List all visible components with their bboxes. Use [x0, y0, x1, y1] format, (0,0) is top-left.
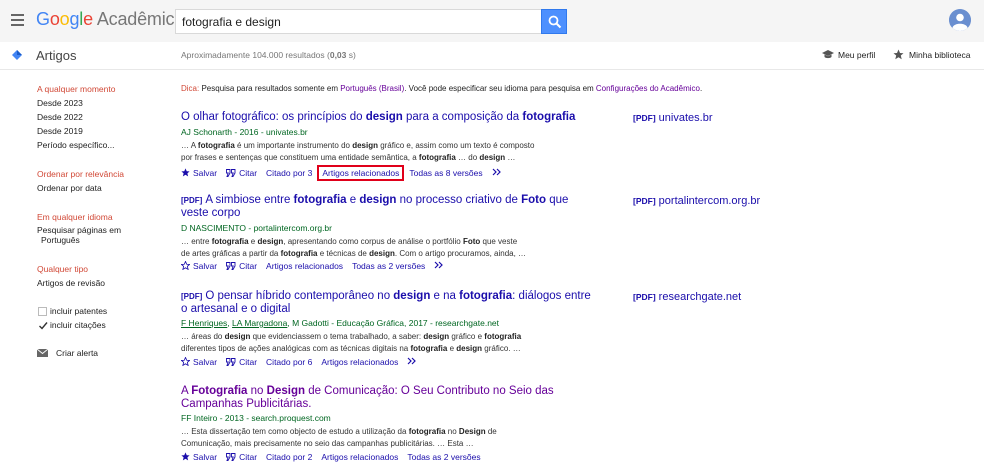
related-articles-link[interactable]: Artigos relacionados	[321, 452, 398, 462]
filter-any-type[interactable]: Qualquer tipo	[37, 264, 88, 274]
double-chevron-icon	[492, 168, 501, 176]
mail-icon	[37, 349, 48, 357]
result-actions-4: Salvar Citar Citado por 2 Artigos relaciona…	[181, 452, 490, 462]
scholar-diamond-icon	[12, 50, 22, 60]
include-citations-checkbox[interactable]	[38, 321, 48, 330]
cited-by-link[interactable]: Citado por 6	[266, 357, 312, 367]
save-button[interactable]: Salvar	[181, 168, 217, 178]
star-icon	[893, 49, 904, 60]
user-icon	[949, 9, 971, 31]
result-title-3[interactable]: [PDF] O pensar híbrido contemporâneo no d…	[181, 290, 591, 316]
filter-custom-range[interactable]: Período específico...	[37, 140, 115, 150]
result-snippet-4: … Esta dissertação tem como objecto de e…	[181, 427, 497, 448]
user-avatar[interactable]	[949, 9, 971, 31]
star-icon	[181, 168, 190, 177]
result-pdf-link-3[interactable]: [PDF] researchgate.net	[633, 291, 741, 303]
save-button[interactable]: Salvar	[181, 452, 217, 462]
quote-icon	[226, 262, 236, 270]
result-actions-2: Salvar Citar Artigos relacionados Todas as …	[180, 260, 454, 271]
double-chevron-icon	[407, 357, 417, 365]
related-articles-link[interactable]: Artigos relacionados	[321, 357, 398, 367]
result-pdf-link-2[interactable]: [PDF] portalintercom.org.br	[633, 195, 760, 207]
cited-by-link[interactable]: Citado por 2	[266, 452, 312, 462]
search-icon	[548, 15, 562, 29]
sort-by-date[interactable]: Ordenar por data	[37, 183, 102, 193]
cite-button[interactable]: Citar	[226, 357, 257, 367]
result-title-4[interactable]: A Fotografia no Design de Comunicação: O…	[181, 385, 591, 411]
quote-icon	[226, 453, 236, 461]
save-button[interactable]: Salvar	[180, 260, 217, 271]
star-outline-icon	[180, 356, 191, 367]
language-tip: Dica: Pesquisa para resultados somente e…	[181, 84, 703, 93]
result-title-2[interactable]: [PDF] A simbiose entre fotografia e desig…	[181, 194, 591, 220]
result-meta-1: AJ Schonarth - 2016 - univates.br	[181, 127, 308, 137]
result-snippet-2: … entre fotografia e design, apresentand…	[181, 237, 527, 258]
more-options-button[interactable]	[407, 357, 418, 367]
filter-portuguese-pages[interactable]: Pesquisar páginas em Português	[37, 225, 121, 245]
filter-review-articles[interactable]: Artigos de revisão	[37, 278, 105, 288]
sort-by-relevance[interactable]: Ordenar por relevância	[37, 169, 124, 179]
result-snippet-1: … A fotografia é um importante instrumen…	[181, 141, 535, 162]
filter-since-2019[interactable]: Desde 2019	[37, 126, 83, 136]
include-citations-label[interactable]: incluir citações	[50, 320, 106, 330]
result-meta-4: FF Inteiro - 2013 - search.proquest.com	[181, 413, 331, 423]
result-meta-3: F Henriques, LA Margadona, M Gadotti - E…	[181, 318, 500, 328]
all-versions-link[interactable]: Todas as 8 versões	[409, 168, 482, 178]
top-bar: Google Acadêmico	[0, 0, 984, 42]
menu-icon[interactable]	[11, 14, 24, 26]
google-scholar-logo[interactable]: Google Acadêmico	[36, 9, 184, 30]
star-outline-icon	[180, 260, 191, 271]
filter-any-time[interactable]: A qualquer momento	[37, 84, 115, 94]
my-library-link[interactable]: Minha biblioteca	[893, 49, 970, 60]
cite-button[interactable]: Citar	[226, 452, 257, 462]
related-articles-link[interactable]: Artigos relacionados	[317, 165, 405, 181]
cited-by-link[interactable]: Citado por 3	[266, 168, 312, 178]
graduation-cap-icon	[822, 50, 834, 59]
star-icon	[181, 452, 190, 461]
result-snippet-3: … áreas do design que evidenciassem o te…	[181, 332, 522, 353]
results-count: Aproximadamente 104.000 resultados (0,03…	[181, 50, 356, 60]
result-pdf-link-1[interactable]: [PDF] univates.br	[633, 112, 712, 124]
all-versions-link[interactable]: Todas as 2 versões	[352, 261, 425, 271]
filter-any-language[interactable]: Em qualquer idioma	[37, 212, 113, 222]
my-profile-link[interactable]: Meu perfil	[822, 50, 875, 60]
checkmark-icon	[39, 322, 48, 330]
result-actions-1: Salvar Citar Citado por 3 Artigos relaciona…	[181, 165, 512, 181]
cite-button[interactable]: Citar	[226, 261, 257, 271]
quote-icon	[226, 169, 236, 177]
language-link[interactable]: Português (Brasil)	[340, 84, 404, 93]
create-alert-link[interactable]: Criar alerta	[56, 348, 98, 358]
cite-button[interactable]: Citar	[226, 168, 257, 178]
author-link[interactable]: F Henriques	[181, 318, 227, 328]
include-patents-checkbox[interactable]	[38, 307, 47, 316]
filter-since-2022[interactable]: Desde 2022	[37, 112, 83, 122]
filter-since-2023[interactable]: Desde 2023	[37, 98, 83, 108]
all-versions-link[interactable]: Todas as 2 versões	[407, 452, 480, 462]
result-meta-2: D NASCIMENTO - portalintercom.org.br	[181, 223, 332, 233]
quote-icon	[226, 358, 236, 366]
settings-link[interactable]: Configurações do Acadêmico	[596, 84, 700, 93]
result-title-1[interactable]: O olhar fotográfico: os princípios do de…	[181, 111, 591, 124]
search-input[interactable]	[175, 9, 541, 34]
subheader-bar: Artigos Aproximadamente 104.000 resultad…	[0, 42, 984, 70]
more-options-button[interactable]	[492, 168, 503, 178]
include-patents-label[interactable]: incluir patentes	[50, 306, 107, 316]
author-link[interactable]: LA Margadona	[232, 318, 287, 328]
search-button[interactable]	[541, 9, 567, 34]
section-title: Artigos	[36, 48, 77, 63]
related-articles-link[interactable]: Artigos relacionados	[266, 261, 343, 271]
save-button[interactable]: Salvar	[180, 356, 217, 367]
result-actions-3: Salvar Citar Citado por 6 Artigos relaciona…	[180, 356, 427, 367]
double-chevron-icon	[434, 261, 444, 269]
more-options-button[interactable]	[434, 261, 445, 271]
